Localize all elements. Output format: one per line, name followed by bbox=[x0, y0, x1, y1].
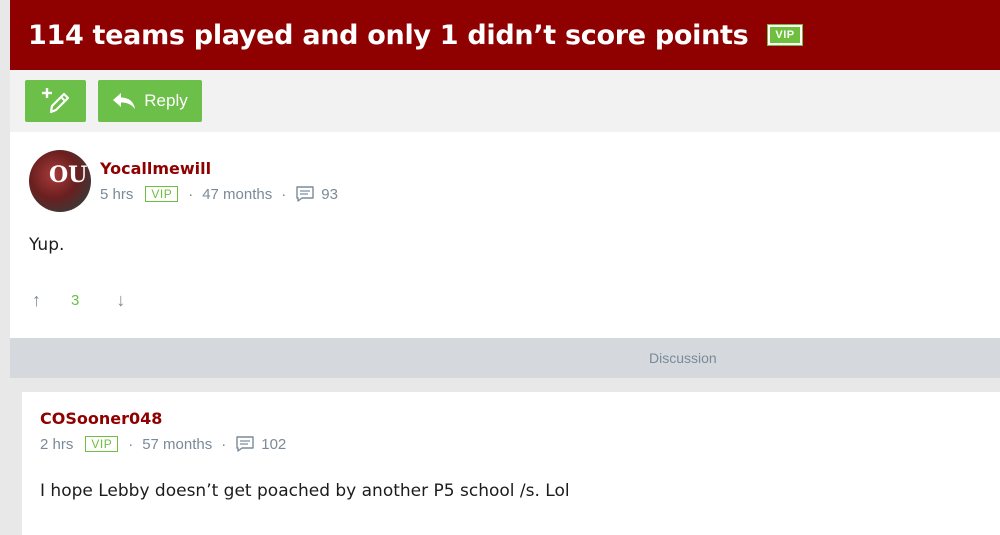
post-header: OU Yocallmewill 5 hrs VIP · 47 months · … bbox=[29, 150, 1000, 212]
post-body: I hope Lebby doesn’t get poached by anot… bbox=[40, 481, 570, 501]
post-time: 2 hrs bbox=[40, 435, 74, 453]
pencil-plus-icon bbox=[41, 88, 69, 114]
new-post-button[interactable] bbox=[25, 80, 86, 122]
vip-badge: VIP bbox=[767, 24, 803, 46]
discussion-label: Discussion bbox=[649, 350, 717, 366]
membership-duration: 47 months bbox=[202, 185, 273, 203]
post-count: 93 bbox=[295, 185, 338, 203]
vote-count: 3 bbox=[71, 292, 80, 309]
comment-icon bbox=[296, 186, 314, 202]
avatar-logo: OU bbox=[49, 162, 88, 188]
upvote-arrow-icon[interactable]: ↑ bbox=[32, 290, 41, 311]
downvote-arrow-icon[interactable]: ↓ bbox=[116, 290, 125, 311]
separator-dot: · bbox=[281, 185, 287, 203]
post-meta: Yocallmewill 5 hrs VIP · 47 months · 93 bbox=[100, 159, 347, 203]
meta-line: 5 hrs VIP · 47 months · 93 bbox=[100, 185, 347, 203]
post-count: 102 bbox=[235, 435, 286, 453]
vip-badge: VIP bbox=[145, 186, 179, 202]
reply-label: Reply bbox=[144, 91, 188, 110]
username-link[interactable]: COSooner048 bbox=[40, 409, 1000, 428]
comment-icon bbox=[236, 436, 254, 452]
post-count-value: 93 bbox=[321, 185, 338, 203]
membership-duration: 57 months bbox=[142, 435, 213, 453]
reply-arrow-icon bbox=[113, 93, 136, 109]
thread-toolbar: Reply bbox=[10, 70, 1000, 132]
reply-button[interactable]: Reply bbox=[98, 80, 202, 122]
post-card: OU Yocallmewill 5 hrs VIP · 47 months · … bbox=[10, 132, 1000, 338]
post-body: Yup. bbox=[29, 235, 65, 255]
username-link[interactable]: Yocallmewill bbox=[100, 159, 347, 178]
separator-dot: · bbox=[128, 435, 134, 453]
meta-line: 2 hrs VIP · 57 months · 102 bbox=[40, 435, 1000, 453]
separator-dot: · bbox=[188, 185, 194, 203]
avatar[interactable]: OU bbox=[29, 150, 91, 212]
thread-title: 114 teams played and only 1 didn’t score… bbox=[28, 19, 749, 51]
post-card: COSooner048 2 hrs VIP · 57 months · 102 … bbox=[22, 392, 1000, 535]
vote-controls: ↑ 3 ↓ bbox=[29, 290, 1000, 311]
separator-dot: · bbox=[221, 435, 227, 453]
discussion-bar: Discussion bbox=[10, 338, 1000, 378]
post-meta: COSooner048 2 hrs VIP · 57 months · 102 bbox=[40, 409, 1000, 453]
post-time: 5 hrs bbox=[100, 185, 134, 203]
post-count-value: 102 bbox=[261, 435, 287, 453]
vip-badge: VIP bbox=[85, 436, 119, 452]
thread-header: 114 teams played and only 1 didn’t score… bbox=[10, 0, 1000, 70]
